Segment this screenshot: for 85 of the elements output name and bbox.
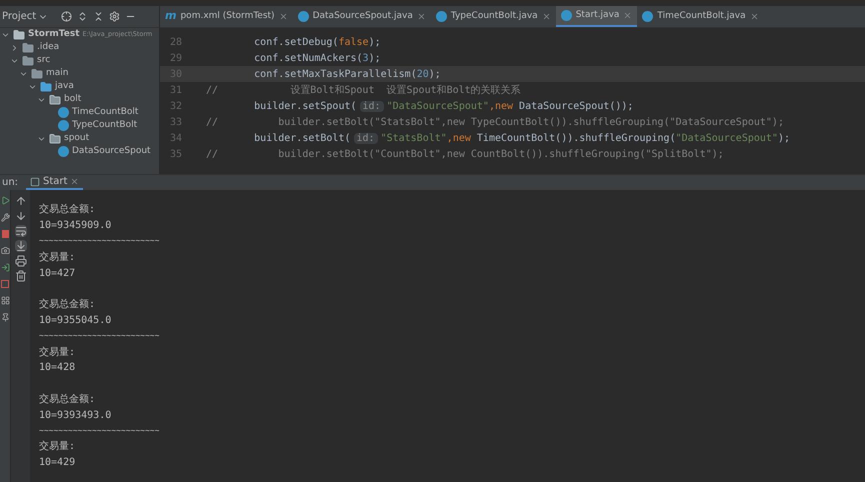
folder-icon (22, 54, 34, 66)
folder-icon (31, 68, 43, 80)
tree-item[interactable]: bolt (64, 92, 82, 106)
layout-icon[interactable] (0, 296, 10, 305)
code-line: // 设置Bolt和Spout 设置Spout和Bolt的关联关系 (205, 84, 521, 98)
editor-tab[interactable]: TypeCountBolt.java (430, 6, 556, 27)
code-line: conf.setNumAckers(3); (253, 52, 381, 66)
editor-tab[interactable]: Start.java (556, 6, 638, 27)
console-line: 10=9345909.0 (39, 219, 112, 234)
module-icon (13, 28, 25, 40)
editor-tab[interactable]: DataSourceSpout.java (292, 6, 431, 27)
tree-item[interactable]: DataSourceSpout (72, 144, 151, 158)
tree-item[interactable]: main (46, 66, 68, 80)
arrow-down-icon[interactable] (14, 210, 26, 222)
line-number: 35 (168, 148, 183, 162)
editor-tab[interactable]: TimeCountBolt.java (637, 6, 764, 27)
folder-icon (22, 42, 34, 54)
console-line: 交易总金额: (39, 392, 96, 407)
console-line: ~~~~~~~~~~~~~~~~~~~~~~~~~ (39, 235, 160, 248)
code-line: conf.setMaxTaskParallelism(20); (253, 68, 441, 82)
close-icon[interactable] (278, 12, 288, 21)
console-line: 10=429 (39, 456, 76, 470)
tree-item[interactable]: java (55, 80, 74, 94)
line-number: 28 (168, 36, 183, 50)
line-number: 29 (168, 52, 183, 66)
console-line: 交易总金额: (39, 202, 96, 218)
run-tab[interactable]: Start (26, 175, 84, 190)
wrap-icon[interactable] (14, 225, 26, 237)
settings-icon[interactable] (109, 11, 120, 22)
project-dropdown[interactable]: Project (2, 9, 48, 24)
tree-item[interactable]: src (37, 54, 50, 68)
class-icon (58, 107, 69, 118)
scroll-end-icon[interactable] (14, 240, 26, 252)
console-line: 交易量: (39, 440, 76, 454)
rerun-icon[interactable] (0, 196, 10, 205)
code-line: builder.setBolt( id: "StatsBolt",new TimeCountBolt()).shuffleGrouping("DataSourceSpout"); (253, 132, 790, 146)
console-line: ~~~~~~~~~~~~~~~~~~~~~~~~~ (39, 330, 160, 342)
editor-tab[interactable]: m pom.xml (StormTest) (160, 6, 293, 27)
line-number: 34 (168, 132, 183, 146)
code-line: builder.setSpout( id: "DataSourceSpout",new DataSourceSpout()); (253, 100, 634, 114)
package-icon (49, 94, 61, 106)
tree-item[interactable]: StormTest (28, 28, 80, 42)
tree-item[interactable]: .idea (37, 40, 60, 54)
class-icon (298, 11, 309, 22)
arrow-up-icon[interactable] (14, 195, 26, 207)
close-icon[interactable] (416, 12, 426, 21)
close-icon[interactable] (542, 12, 551, 21)
code-line: // builder.setBolt("CountBolt",new CountBolt()).shuffleGrouping("SplitBolt"); (205, 148, 724, 162)
crosshair-icon[interactable] (61, 11, 72, 22)
console-line: 交易量: (39, 250, 76, 265)
wrench-icon[interactable] (0, 213, 10, 222)
close-icon[interactable] (70, 177, 80, 186)
stop-icon[interactable] (2, 230, 8, 238)
run-label: un: (1, 176, 20, 190)
code-line: // builder.setBolt("StatsBolt",new TypeCountBolt()).shuffleGrouping("DataSourceSpout"); (205, 116, 784, 130)
console-line: 10=9355045.0 (39, 314, 112, 328)
trash-icon[interactable] (14, 270, 26, 282)
console-line: 交易总金额: (39, 298, 96, 312)
class-icon (58, 146, 69, 157)
line-number: 32 (168, 100, 183, 114)
tree-item[interactable]: spout (64, 132, 90, 146)
close-icon[interactable] (750, 12, 759, 21)
console-line: 10=9393493.0 (39, 408, 112, 423)
close-icon[interactable] (623, 11, 632, 20)
package-icon (49, 132, 61, 144)
tree-item[interactable]: TypeCountBolt (72, 118, 138, 132)
class-icon (58, 120, 69, 131)
tree-item[interactable]: TimeCountBolt (72, 106, 138, 120)
line-number: 31 (168, 84, 183, 98)
console-line: 10=427 (39, 266, 76, 281)
console-line: 10=428 (39, 361, 76, 376)
class-icon (642, 11, 654, 22)
restore-icon[interactable] (0, 263, 10, 272)
class-icon (560, 10, 572, 21)
console-icon (30, 176, 40, 186)
class-icon (436, 11, 447, 22)
console-line: ~~~~~~~~~~~~~~~~~~~~~~~~~ (39, 425, 160, 438)
pin-icon[interactable] (0, 313, 10, 322)
camera-icon[interactable] (0, 246, 10, 255)
line-number: 33 (168, 116, 183, 130)
code-line: conf.setDebug(false); (253, 36, 381, 50)
console-line: 交易量: (39, 346, 76, 360)
folder-icon (40, 80, 52, 92)
maven-icon: m (165, 8, 176, 25)
print-icon[interactable] (14, 255, 26, 267)
